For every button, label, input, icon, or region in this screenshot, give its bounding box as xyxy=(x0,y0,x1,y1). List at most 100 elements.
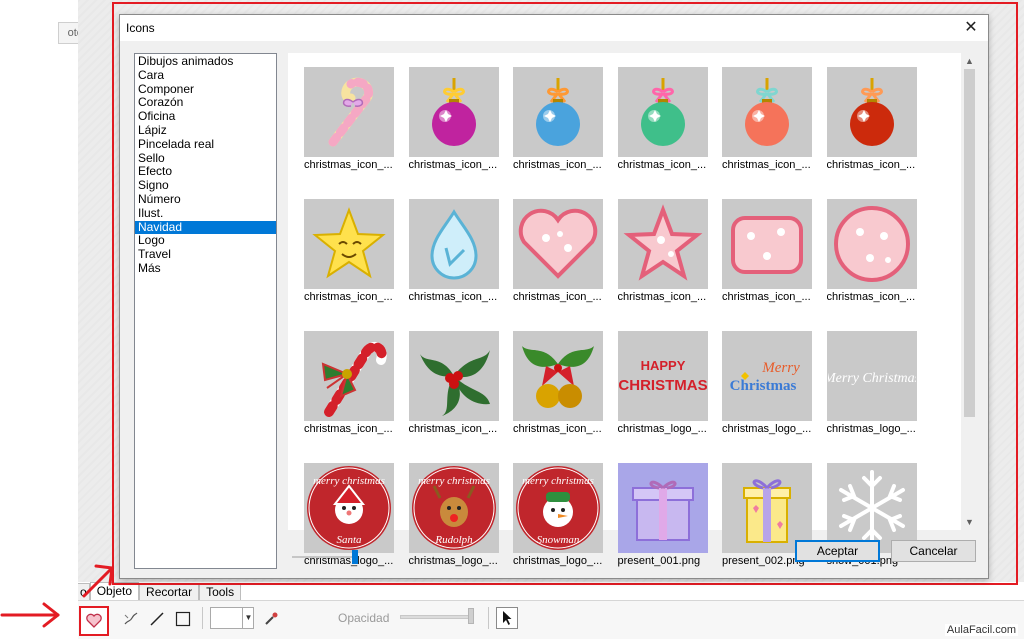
icon-tile[interactable]: christmas_icon_... xyxy=(304,331,396,436)
icon-filename: christmas_icon_... xyxy=(408,159,498,171)
svg-text:Merry: Merry xyxy=(761,360,800,376)
water-drop-icon[interactable] xyxy=(408,199,499,289)
icon-grid-panel: christmas_icon_... christmas_icon_... ch… xyxy=(288,53,978,567)
category-item[interactable]: Lápiz xyxy=(135,123,276,138)
icon-tile[interactable]: present_001.png xyxy=(617,463,710,568)
rectangle-icon xyxy=(175,611,191,627)
pink-circle-icon[interactable] xyxy=(826,199,917,289)
icon-filename: christmas_logo_... xyxy=(408,555,498,567)
present-purple-icon[interactable] xyxy=(617,463,708,553)
scroll-down-icon[interactable]: ▼ xyxy=(961,515,978,529)
scroll-up-icon[interactable]: ▲ xyxy=(961,54,978,68)
tab-tools[interactable]: Tools xyxy=(199,583,242,600)
tab-recortar[interactable]: Recortar xyxy=(139,583,200,600)
scrollbar-thumb[interactable] xyxy=(964,69,975,417)
category-list[interactable]: Dibujos animados Cara Componer Corazón Ofici… xyxy=(134,53,277,569)
icon-filename: christmas_icon_... xyxy=(304,423,393,435)
svg-text:HAPPY: HAPPY xyxy=(640,358,685,373)
icon-tile[interactable]: christmas_icon_... xyxy=(722,199,814,304)
svg-text:CHRISTMAS: CHRISTMAS xyxy=(619,377,707,394)
badge-rudolph-icon[interactable]: merry christmas Rudolph xyxy=(408,463,499,553)
vertical-scrollbar[interactable]: ▲ ▼ xyxy=(961,53,978,530)
close-icon[interactable]: ✕ xyxy=(960,17,982,39)
select-tool-button[interactable] xyxy=(496,607,518,629)
ornament-green-icon[interactable] xyxy=(617,67,708,157)
color-picker-button[interactable] xyxy=(260,608,282,630)
icon-filename: present_001.png xyxy=(617,555,701,567)
cancel-button[interactable]: Cancelar xyxy=(891,540,976,562)
category-item[interactable]: Dibujos animados xyxy=(135,54,276,69)
icon-tile[interactable]: Merry Christmas christmas_logo_... xyxy=(722,331,814,436)
icon-tile[interactable]: merry christmas Rudolph christmas_logo_.… xyxy=(408,463,501,568)
icon-tile[interactable]: christmas_icon_... xyxy=(722,67,814,172)
cursor-icon xyxy=(503,611,512,625)
candy-cane-ribbon-icon[interactable] xyxy=(304,331,394,421)
category-item[interactable]: Travel xyxy=(135,247,276,262)
ornament-magenta-icon[interactable] xyxy=(408,67,499,157)
category-item[interactable]: Navidad xyxy=(135,220,276,235)
category-item[interactable]: Logo xyxy=(135,234,276,248)
icon-tile[interactable]: HAPPY CHRISTMAS christmas_logo_... xyxy=(617,331,710,436)
smiling-star-icon[interactable] xyxy=(304,199,394,289)
category-item[interactable]: Número xyxy=(135,192,276,207)
ornament-blue-icon[interactable] xyxy=(513,67,603,157)
icon-tile[interactable]: christmas_icon_... xyxy=(617,199,710,304)
icon-tile[interactable]: christmas_icon_... xyxy=(513,331,605,436)
logo-text-color-icon[interactable]: Merry Christmas xyxy=(722,331,812,421)
svg-text:Christmas: Christmas xyxy=(730,378,797,394)
thumbnail-size-slider[interactable] xyxy=(292,556,356,558)
line-tool-button[interactable] xyxy=(146,608,168,630)
logo-text-icon[interactable]: HAPPY CHRISTMAS xyxy=(617,331,708,421)
icon-filename: christmas_logo_... xyxy=(513,555,603,567)
logo-script-icon[interactable]: Merry Christmas xyxy=(826,331,917,421)
icon-filename: christmas_icon_... xyxy=(304,291,393,303)
category-item[interactable]: Cara xyxy=(135,68,276,83)
badge-santa-icon[interactable]: merry christmas Santa xyxy=(304,463,394,553)
category-item[interactable]: Oficina xyxy=(135,109,276,124)
icon-filename: christmas_icon_... xyxy=(617,291,707,303)
icon-tile[interactable]: merry christmas Snowman christmas_logo_.… xyxy=(513,463,605,568)
icon-filename: christmas_icon_... xyxy=(513,423,602,435)
category-item[interactable]: Efecto xyxy=(135,165,276,179)
category-item[interactable]: Sello xyxy=(135,151,276,166)
category-item[interactable]: Componer xyxy=(135,82,276,97)
icon-tile[interactable]: merry christmas Santa christmas_logo_... xyxy=(304,463,396,568)
holly-bells-icon[interactable] xyxy=(513,331,603,421)
icon-tile[interactable]: Merry Christmas christmas_logo_... xyxy=(826,331,919,436)
category-item[interactable]: Ilust. xyxy=(135,206,276,221)
accept-button[interactable]: Aceptar xyxy=(795,540,880,562)
icon-filename: christmas_logo_... xyxy=(722,423,812,435)
ornament-red-icon[interactable] xyxy=(826,67,917,157)
icon-tile[interactable]: christmas_icon_... xyxy=(617,67,710,172)
icon-tile[interactable]: christmas_icon_... xyxy=(408,67,501,172)
pink-star-icon[interactable] xyxy=(617,199,708,289)
icon-tile[interactable]: christmas_icon_... xyxy=(408,331,501,436)
pink-heart-icon[interactable] xyxy=(513,199,603,289)
toolbar-separator xyxy=(488,607,489,629)
category-item[interactable]: Signo xyxy=(135,178,276,193)
category-item[interactable]: Corazón xyxy=(135,96,276,110)
dialog-title: Icons xyxy=(126,21,155,35)
icon-tile[interactable]: christmas_icon_... xyxy=(304,199,396,304)
toolbar-separator xyxy=(202,607,203,629)
icon-tile[interactable]: christmas_icon_... xyxy=(513,67,605,172)
holly-icon[interactable] xyxy=(408,331,499,421)
rectangle-tool-button[interactable] xyxy=(172,608,194,630)
ornament-coral-icon[interactable] xyxy=(722,67,812,157)
icon-tile[interactable]: christmas_icon_... xyxy=(408,199,501,304)
badge-snowman-icon[interactable]: merry christmas Snowman xyxy=(513,463,603,553)
icon-tile[interactable]: christmas_icon_... xyxy=(304,67,396,172)
icon-filename: christmas_icon_... xyxy=(826,159,916,171)
icon-tile[interactable]: christmas_icon_... xyxy=(826,67,919,172)
opacity-slider[interactable] xyxy=(400,615,474,619)
icon-tile[interactable]: christmas_icon_... xyxy=(826,199,919,304)
icon-filename: christmas_icon_... xyxy=(513,159,602,171)
icon-tile[interactable]: christmas_icon_... xyxy=(513,199,605,304)
category-item[interactable]: Más xyxy=(135,261,276,276)
chevron-down-icon[interactable]: ▼ xyxy=(242,607,254,629)
candy-cane-bow-icon[interactable] xyxy=(304,67,394,157)
thumbnail-size-thumb[interactable] xyxy=(352,550,358,564)
category-item[interactable]: Pincelada real xyxy=(135,137,276,152)
pink-square-icon[interactable] xyxy=(722,199,812,289)
opacity-slider-thumb[interactable] xyxy=(468,608,474,624)
